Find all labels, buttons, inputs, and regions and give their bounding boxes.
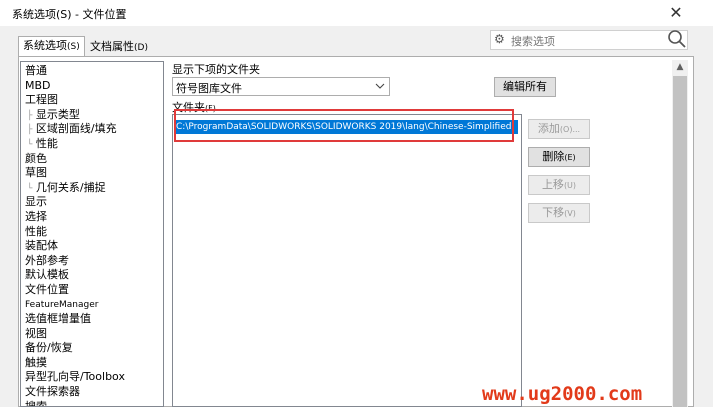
folder-type-value: 符号图库文件 [176, 82, 242, 95]
delete-button[interactable]: 删除(E) [528, 147, 590, 167]
close-icon: ✕ [669, 3, 683, 22]
tree-item-file-locations[interactable]: 文件位置 [21, 283, 163, 298]
title-bar: 系统选项(S) - 文件位置 ✕ [0, 0, 713, 26]
folder-type-select[interactable]: 符号图库文件 [172, 77, 390, 96]
tree-item-selection[interactable]: 选择 [21, 210, 163, 225]
tree-item-relations-snaps-label: 几何关系/捕捉 [35, 180, 106, 194]
tab-system-options-label: 系统选项 [23, 39, 67, 52]
tree-item-file-explorer[interactable]: 文件探索器 [21, 385, 163, 400]
tree-item-drawings[interactable]: 工程图 [21, 93, 163, 108]
tab-document-properties[interactable]: 文档属性(D) [86, 38, 152, 56]
search-field[interactable]: ⚙ [490, 30, 688, 50]
watermark-text: www.ug2000.com [482, 383, 643, 405]
edit-all-button[interactable]: 编辑所有 [494, 77, 556, 97]
tree-item-touch[interactable]: 触摸 [21, 356, 163, 371]
tree-item-assemblies[interactable]: 装配体 [21, 239, 163, 254]
move-down-button-label: 下移 [542, 206, 565, 219]
chevron-down-icon [375, 83, 385, 89]
tree-item-view[interactable]: 视图 [21, 327, 163, 342]
tree-item-display[interactable]: 显示 [21, 195, 163, 210]
tab-document-properties-label: 文档属性 [90, 40, 134, 53]
tree-item-colors[interactable]: 颜色 [21, 152, 163, 167]
search-input[interactable] [509, 32, 663, 50]
tree-item-display-style-label: 显示类型 [35, 107, 80, 121]
scrollbar-thumb[interactable] [673, 76, 687, 407]
tree-item-backup-recover[interactable]: 备份/恢复 [21, 341, 163, 356]
show-folders-label: 显示下项的文件夹 [172, 63, 260, 76]
gear-icon: ⚙ [494, 32, 505, 46]
options-tree[interactable]: 普通 MBD 工程图 ├ 显示类型 ├ 区域剖面线/填充 └ 性能 颜色 草图 … [20, 61, 164, 407]
tree-item-external-references[interactable]: 外部参考 [21, 254, 163, 269]
move-down-button[interactable]: 下移(V) [528, 203, 590, 223]
folder-list-item[interactable]: C:\ProgramData\SOLIDWORKS\SOLIDWORKS 201… [174, 120, 518, 134]
scroll-up-icon[interactable]: ▲ [672, 60, 688, 74]
add-button[interactable]: 添加(O)... [528, 119, 590, 139]
tree-item-featuremanager[interactable]: FeatureManager [21, 298, 163, 313]
tree-item-drawing-performance-label: 性能 [35, 136, 58, 150]
add-button-hotkey: (O)... [559, 125, 581, 134]
delete-button-label: 删除 [542, 150, 565, 163]
tab-system-options-hotkey: (S) [67, 42, 80, 52]
window-title: 系统选项(S) - 文件位置 [12, 8, 127, 21]
tree-item-relations-snaps[interactable]: └ 几何关系/捕捉 [21, 181, 163, 196]
tree-item-hole-wizard-toolbox[interactable]: 异型孔向导/Toolbox [21, 370, 163, 385]
tree-item-search[interactable]: 搜索 [21, 400, 163, 406]
delete-button-hotkey: (E) [564, 153, 576, 162]
folders-label: 文件夹(F) [172, 99, 216, 115]
tree-item-area-hatch[interactable]: ├ 区域剖面线/填充 [21, 122, 163, 137]
tree-item-performance[interactable]: 性能 [21, 225, 163, 240]
add-button-label: 添加 [537, 122, 560, 135]
tree-item-general[interactable]: 普通 [21, 64, 163, 79]
folders-label-hotkey: (F) [205, 104, 216, 113]
move-up-button-hotkey: (U) [563, 181, 577, 190]
tree-item-mbd[interactable]: MBD [21, 79, 163, 94]
tree-item-sketch[interactable]: 草图 [21, 166, 163, 181]
move-up-button[interactable]: 上移(U) [528, 175, 590, 195]
tree-item-spin-box-increments[interactable]: 选值框增量值 [21, 312, 163, 327]
tree-item-area-hatch-label: 区域剖面线/填充 [35, 122, 117, 136]
move-down-button-hotkey: (V) [564, 209, 576, 218]
tree-item-default-templates[interactable]: 默认模板 [21, 268, 163, 283]
tree-item-drawing-performance[interactable]: └ 性能 [21, 137, 163, 152]
folder-list[interactable]: C:\ProgramData\SOLIDWORKS\SOLIDWORKS 201… [172, 114, 522, 407]
move-up-button-label: 上移 [541, 178, 564, 191]
tab-system-options[interactable]: 系统选项(S) [18, 36, 85, 56]
search-icon[interactable] [667, 29, 687, 49]
folders-label-text: 文件夹 [172, 101, 205, 114]
tree-item-display-style[interactable]: ├ 显示类型 [21, 108, 163, 123]
tab-document-properties-hotkey: (D) [134, 43, 148, 53]
close-button[interactable]: ✕ [664, 2, 688, 24]
